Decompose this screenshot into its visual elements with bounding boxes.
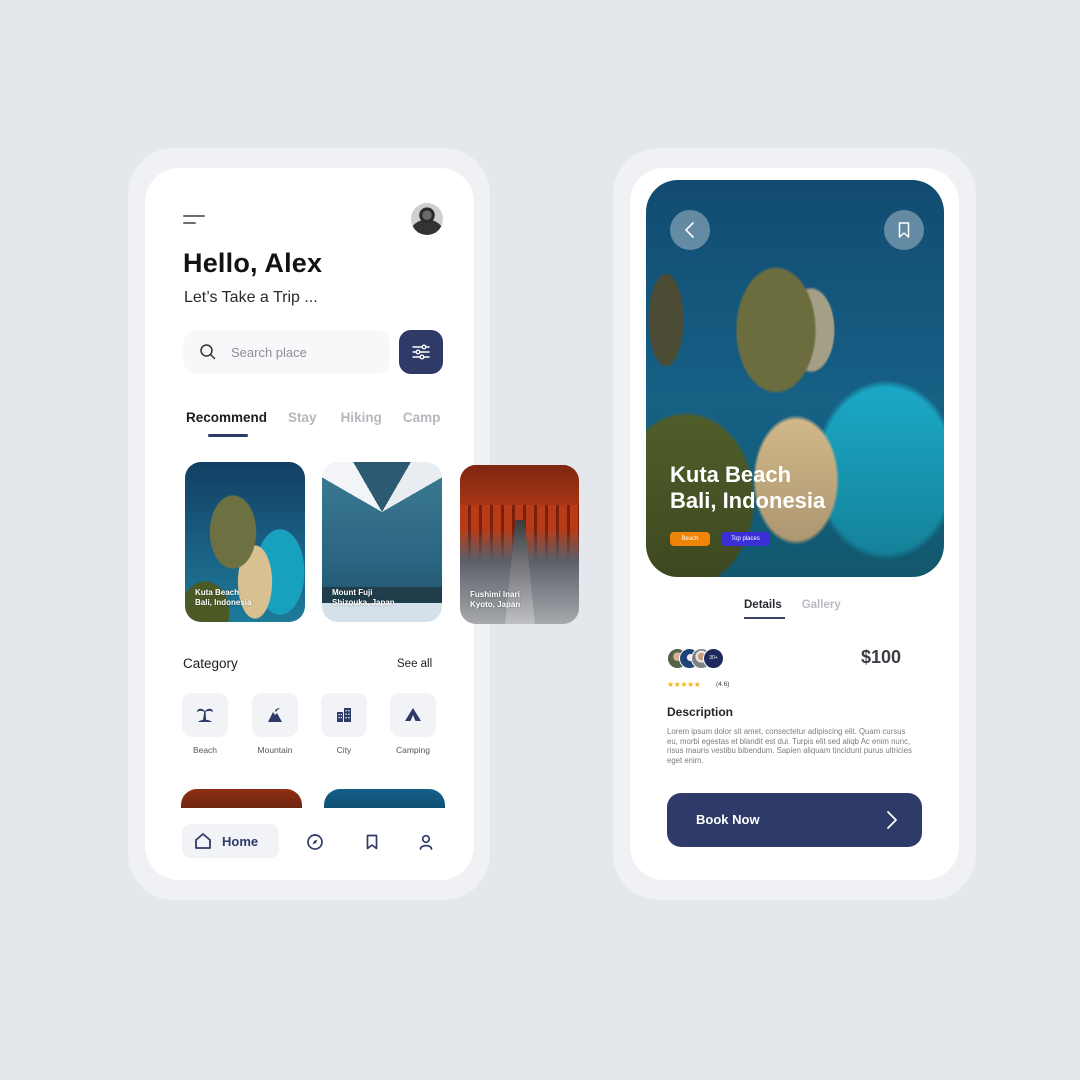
sliders-icon — [412, 344, 430, 360]
card-name: Fushimi Inari — [470, 590, 520, 599]
rating-value: (4.6) — [716, 681, 730, 688]
search-bar[interactable] — [183, 330, 390, 374]
card-location: Shizouka, Japan — [332, 598, 395, 607]
description-text: Lorem ipsum dolor sit amet, consectetur … — [667, 727, 912, 766]
category-city[interactable]: City — [321, 693, 367, 755]
home-screen: Hello, Alex Let’s Take a Trip ... Recomm… — [145, 168, 579, 880]
card-caption: Fushimi Inari Kyoto, Japan — [470, 590, 520, 610]
home-icon — [195, 833, 211, 849]
category-label: Mountain — [257, 745, 293, 755]
place-card-mount-fuji[interactable]: Mount Fuji Shizouka, Japan — [322, 462, 442, 622]
card-name: Mount Fuji — [332, 588, 373, 597]
visitor-count-badge: 30+ — [703, 648, 724, 669]
category-title: Category — [183, 656, 238, 671]
card-location: Kyoto, Japan — [470, 600, 521, 609]
description-title: Description — [667, 705, 734, 719]
place-title: Kuta Beach Bali, Indonesia — [670, 462, 825, 514]
bookmark-icon — [898, 222, 910, 238]
category-label: City — [336, 745, 352, 755]
tag-beach[interactable]: Beach — [670, 532, 710, 546]
category-mountain[interactable]: Mountain — [252, 693, 298, 755]
bottom-nav: Home — [145, 808, 474, 880]
home-screen-content: Hello, Alex Let’s Take a Trip ... Recomm… — [145, 168, 474, 880]
tab-recommend[interactable]: Recommend — [186, 410, 267, 425]
chevron-right-icon — [887, 811, 897, 829]
category-beach[interactable]: Beach — [182, 693, 228, 755]
place-card-fushimi-inari[interactable]: Fushimi Inari Kyoto, Japan — [460, 465, 579, 624]
search-icon — [200, 344, 216, 360]
compass-icon[interactable] — [306, 833, 324, 851]
book-now-label: Book Now — [696, 812, 760, 827]
detail-tabs: Details Gallery — [744, 599, 841, 611]
mountain-icon — [268, 708, 282, 722]
book-now-button[interactable]: Book Now — [667, 793, 922, 847]
filter-button[interactable] — [399, 330, 443, 374]
place-location: Bali, Indonesia — [670, 488, 826, 513]
tent-icon — [405, 708, 421, 721]
avatar[interactable] — [411, 203, 443, 235]
search-input[interactable] — [231, 341, 381, 363]
card-name: Kuta Beach — [195, 588, 240, 597]
nav-home[interactable]: Home — [182, 824, 279, 858]
card-caption: Mount Fuji Shizouka, Japan — [332, 588, 395, 608]
category-tabs: Recommend Stay Hiking Camp — [186, 410, 440, 425]
tab-hiking[interactable]: Hiking — [341, 410, 382, 425]
visitor-avatars: 30+ — [667, 648, 747, 669]
nav-home-label: Home — [222, 834, 259, 849]
category-icon-box — [390, 693, 436, 737]
menu-icon[interactable] — [183, 214, 207, 226]
star-rating: ★★★★★ — [667, 680, 701, 689]
category-icon-box — [252, 693, 298, 737]
back-button[interactable] — [670, 210, 710, 250]
tab-stay[interactable]: Stay — [288, 410, 317, 425]
tab-details[interactable]: Details — [744, 599, 782, 611]
price: $100 — [861, 647, 902, 667]
palm-tree-icon — [197, 708, 213, 722]
category-label: Beach — [192, 745, 218, 755]
chevron-left-icon — [685, 222, 694, 238]
tab-camp[interactable]: Camp — [403, 410, 441, 425]
tab-gallery[interactable]: Gallery — [802, 599, 841, 611]
city-icon — [337, 708, 351, 722]
category-icon-box — [321, 693, 367, 737]
user-icon[interactable] — [417, 833, 435, 851]
place-card-preview[interactable] — [181, 789, 302, 809]
card-caption: Kuta Beach Bali, Indonesia — [195, 588, 251, 608]
detail-screen: Kuta Beach Bali, Indonesia Beach Top pla… — [630, 168, 959, 880]
bookmark-button[interactable] — [884, 210, 924, 250]
greeting-title: Hello, Alex — [183, 248, 323, 278]
see-all-link[interactable]: See all — [397, 658, 432, 670]
card-location: Bali, Indonesia — [195, 598, 252, 607]
active-tab-indicator — [208, 434, 248, 437]
greeting-subtitle: Let’s Take a Trip ... — [184, 289, 318, 306]
bookmark-icon[interactable] — [363, 833, 381, 851]
category-icon-box — [182, 693, 228, 737]
place-card-preview[interactable] — [324, 789, 445, 809]
category-label: Camping — [395, 745, 431, 755]
place-card-kuta-beach[interactable]: Kuta Beach Bali, Indonesia — [185, 462, 305, 622]
place-name: Kuta Beach — [670, 462, 792, 487]
active-tab-indicator — [744, 617, 785, 619]
tag-top-places[interactable]: Top places — [721, 532, 770, 546]
category-camping[interactable]: Camping — [390, 693, 436, 755]
hero-image: Kuta Beach Bali, Indonesia Beach Top pla… — [646, 180, 944, 577]
